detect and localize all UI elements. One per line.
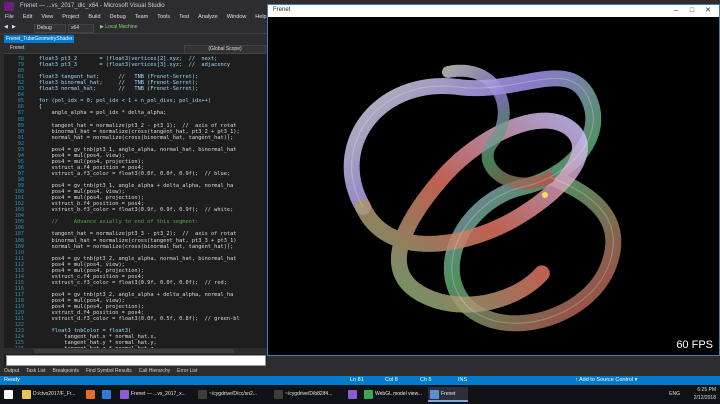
menu-item-edit[interactable]: Edit [23,13,32,22]
taskbar-item[interactable]: D:/ctvs2017/F_Fr... [20,387,80,402]
status-bar: Ready Ln 81 Col 8 Ch 5 INS ↑ Add to Sour… [0,376,720,385]
code-line: vstruct_b.f3_color = float3(0.9f, 0.9f, … [26,207,234,214]
menu-item-project[interactable]: Project [62,13,79,22]
taskbar-item-label: Frenet — ...vs_2017_x... [131,391,186,397]
windows-logo-icon [4,390,13,399]
tray-time[interactable]: 6:25 PM [697,387,716,393]
status-column: Col 8 [385,377,398,383]
platform-dropdown[interactable]: x64 [68,23,94,33]
taskbar-item-label: D:/ctvs2017/F_Fr... [33,391,76,397]
menu-item-test[interactable]: Test [179,13,189,22]
chrome-icon [364,390,373,399]
menu-item-file[interactable]: File [5,13,14,22]
taskbar-item[interactable]: ~/cygdrive/D/b82/f4... [272,387,342,402]
wireframe-tube-knot [343,64,622,332]
menu-item-help[interactable]: Help [255,13,266,22]
bottom-tool-tabs: Output Task List Breakpoints Find Symbol Re… [0,367,270,375]
forward-icon[interactable]: ▶ [12,24,16,31]
taskbar-item-label: ~/cygdrive/D/b82/f4... [285,391,333,397]
maximize-icon[interactable]: □ [685,6,699,16]
knot-strand-1 [343,70,622,332]
status-char: Ch 5 [420,377,432,383]
tab-find-symbol-results[interactable]: Find Symbol Results [86,367,132,375]
menu-item-tools[interactable]: Tools [157,13,170,22]
taskbar-item[interactable] [2,387,16,402]
vs-toolbar: ◀ ▶ Debug x64 ▶ Local Machine [0,22,270,34]
taskbar-item-label: ~/cygdrive/D/cc/sn2... [209,391,257,397]
taskbar-item[interactable]: Frenet — ...vs_2017_x... [118,387,192,402]
add-to-source-control-button[interactable]: ↑ Add to Source Control ▾ [575,376,637,385]
taskbar-item[interactable]: Frenet [428,387,468,402]
status-insert-mode: INS [458,377,468,383]
frenet-window[interactable]: Frenet – □ ✕ 60 FPS [267,4,720,356]
menu-item-team[interactable]: Team [135,13,148,22]
tab-error-list[interactable]: Error List [177,367,197,375]
folder-icon [22,390,31,399]
tab-task-list[interactable]: Task List [26,367,45,375]
menu-item-analyze[interactable]: Analyze [198,13,218,22]
back-icon[interactable]: ◀ [4,24,8,31]
navigation-bar: Frenet (Global Scope) [4,44,267,54]
code-line: vstruct_d.f3_color = float3(0.0f, 0.5f, … [26,316,240,323]
nav-project-dropdown[interactable]: Frenet [10,45,24,51]
visual-studio-logo-icon [4,2,14,11]
tab-breakpoints[interactable]: Breakpoints [52,367,78,375]
vs-window-title: Frenet — ...vs_2017_dlc_x64 - Microsoft … [20,3,165,9]
app-icon [430,390,439,399]
firefox-icon [86,390,95,399]
taskbar-item-label: WebGL model view... [375,391,422,397]
vs-menu-bar: File Edit View Project Build Debug Team Tools Te… [0,13,270,22]
tray-date[interactable]: 2/12/2018 [694,395,716,401]
minimize-icon[interactable]: – [669,6,683,16]
frenet-window-title: Frenet [273,7,291,13]
tray-language[interactable]: ENG [669,391,680,397]
configuration-dropdown[interactable]: Debug [34,23,66,33]
status-ready: Ready [4,377,20,383]
code-line: float3 normal_hat; // TNB (Frenet-Serret… [26,86,199,93]
taskbar-item[interactable]: WebGL model view... [362,387,424,402]
edge-icon [102,390,111,399]
menu-item-build[interactable]: Build [88,13,100,22]
start-debug-button[interactable]: ▶ Local Machine [100,24,137,31]
menu-item-view[interactable]: View [41,13,53,22]
fps-counter: 60 FPS [676,339,713,351]
scrollbar-thumb[interactable] [34,349,234,353]
terminal-icon [274,390,283,399]
tab-output[interactable]: Output [4,367,19,375]
taskbar-item[interactable] [84,387,98,402]
frenet-title-bar[interactable]: Frenet – □ ✕ [268,5,719,17]
code-line: angle_alpha = pol_idx * delta_alpha; [26,110,167,117]
close-icon[interactable]: ✕ [701,6,715,16]
code-line: vstruct_c.f3_color = float3(0.9f, 0.0f, … [26,279,227,286]
line-number-gutter: 78 79 80 81 82 83 84 85 86 87 88 89 90 91 92 93 94 95 96 97… [4,54,28,348]
tab-call-hierarchy[interactable]: Call Hierarchy [139,367,170,375]
taskbar-item[interactable]: ~/cygdrive/D/cc/sn2... [196,387,268,402]
nav-scope-dropdown[interactable]: (Global Scope) [184,45,266,54]
windows-taskbar: D:/ctvs2017/F_Fr... Frenet — ...vs_2017_x… [0,385,720,404]
taskbar-item[interactable] [346,387,360,402]
code-editor[interactable]: 78 79 80 81 82 83 84 85 86 87 88 89 90 91 92 93 94 95 96 97… [4,54,267,348]
visual-studio-icon [348,390,357,399]
code-line: normal_hat = normalize(cross(binormal_ha… [26,134,234,141]
output-input-field[interactable] [6,355,266,366]
status-line: Ln 81 [350,377,364,383]
terminal-icon [198,390,207,399]
menu-item-window[interactable]: Window [227,13,247,22]
document-tab[interactable]: Frenet_TubeGeometryShader.hlsl [4,35,74,43]
code-line: // Advance axially to end of this segmen… [26,219,199,226]
code-line: normal_hat = normalize(cross(binormal_ha… [26,243,234,250]
knot-highlight [542,192,548,198]
taskbar-item[interactable] [100,387,114,402]
taskbar-item-label: Frenet [441,391,456,397]
code-line: vstruct_a.f3_color = float3(0.0f, 0.0f, … [26,170,231,177]
menu-item-debug[interactable]: Debug [110,13,126,22]
code-line: float3 pt3_3 = (float3)vertices[3].xyz; … [26,62,231,69]
code-line: for (pol_idx = 0; pol_idx < 1 + n_pol_di… [26,98,211,105]
visual-studio-icon [120,390,129,399]
